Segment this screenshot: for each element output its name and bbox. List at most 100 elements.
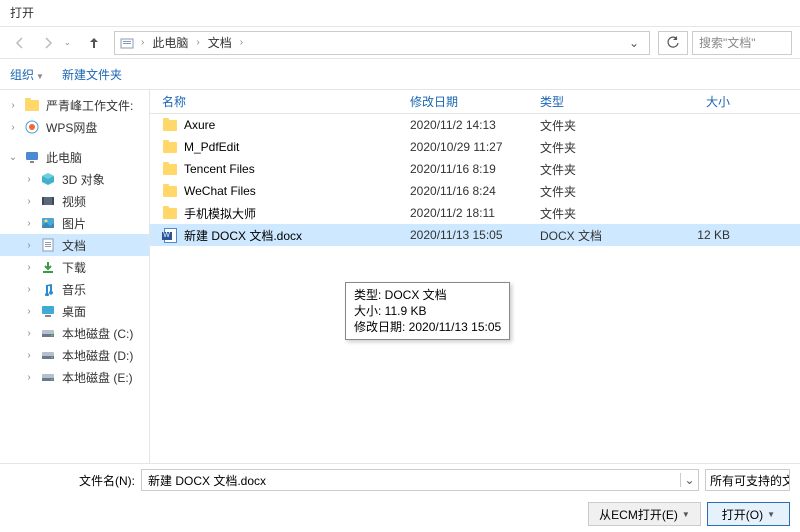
expand-icon[interactable]: › [24,196,34,207]
file-row[interactable]: 手机模拟大师2020/11/2 18:11文件夹 [150,202,800,224]
file-date: 2020/11/16 8:24 [410,184,540,198]
file-type: DOCX 文档 [540,227,650,244]
dl-icon [40,259,56,275]
sidebar-item-label: 文档 [62,237,86,254]
expand-icon[interactable]: › [24,174,34,185]
file-row[interactable]: 新建 DOCX 文档.docx2020/11/13 15:05DOCX 文档12… [150,224,800,246]
sidebar-item[interactable]: › 严青峰工作文件: [0,94,149,116]
nav-up-button[interactable] [82,31,106,55]
col-type[interactable]: 类型 [540,93,650,110]
file-list-pane: 名称 修改日期 类型 大小 Axure 2020/11/2 14:13 文件夹 M_P… [150,90,800,464]
sidebar: › 严青峰工作文件: › WPS网盘 ⌄ 此电脑 › 3D 对象 › 视频 › 图片 › 文档 › 下载 › 音乐… [0,90,150,464]
expand-icon[interactable]: › [24,372,34,383]
sidebar-item-label: 严青峰工作文件: [46,97,133,114]
toolbar: 组织▼ 新建文件夹 [0,58,800,90]
sidebar-item[interactable]: › 3D 对象 [0,168,149,190]
folder-icon [162,205,178,221]
filename-label: 文件名(N): [10,472,135,489]
sidebar-item[interactable]: › WPS网盘 [0,116,149,138]
tooltip-size: 大小: 11.9 KB [354,303,501,319]
folder-icon [162,161,178,177]
nav-forward-button[interactable] [36,31,60,55]
new-folder-button[interactable]: 新建文件夹 [62,66,122,83]
sidebar-item-label: 图片 [62,215,86,232]
organize-menu[interactable]: 组织▼ [10,66,44,83]
col-size[interactable]: 大小 [650,93,750,110]
sidebar-item-label: 此电脑 [46,149,82,166]
file-name: M_PdfEdit [184,140,239,154]
wps-icon [24,119,40,135]
col-date[interactable]: 修改日期 [410,93,540,110]
filename-dropdown[interactable]: ⌄ [680,473,698,487]
sidebar-item[interactable]: ›本地磁盘 (E:) [0,366,149,388]
music-icon [40,281,56,297]
window-title: 打开 [10,6,34,20]
expand-icon[interactable]: ⌄ [8,152,18,163]
file-size: 12 KB [650,228,750,242]
nav-bar: ⌄ › 此电脑 › 文档 › ⌄ 搜索"文档" [0,26,800,58]
nav-back-button[interactable] [8,31,32,55]
search-placeholder: 搜索"文档" [699,34,756,51]
chevron-right-icon[interactable]: › [139,37,146,48]
expand-icon[interactable]: › [24,350,34,361]
sidebar-item-label: 视频 [62,193,86,210]
file-name: 新建 DOCX 文档.docx [184,227,302,244]
folder-icon [24,97,40,113]
expand-icon[interactable]: › [24,240,34,251]
expand-icon[interactable]: › [24,262,34,273]
expand-icon[interactable]: › [24,306,34,317]
column-headers: 名称 修改日期 类型 大小 [150,90,800,114]
tooltip-date: 修改日期: 2020/11/13 15:05 [354,319,501,335]
address-bar[interactable]: › 此电脑 › 文档 › ⌄ [114,31,650,55]
breadcrumb-item[interactable]: 文档 [206,34,234,51]
expand-icon[interactable]: › [8,122,18,133]
col-name[interactable]: 名称 [162,93,410,110]
pc-icon [24,149,40,165]
file-date: 2020/11/16 8:19 [410,162,540,176]
file-date: 2020/10/29 11:27 [410,140,540,154]
file-row[interactable]: Tencent Files2020/11/16 8:19文件夹 [150,158,800,180]
file-row[interactable]: WeChat Files2020/11/16 8:24文件夹 [150,180,800,202]
expand-icon[interactable]: › [24,284,34,295]
sidebar-item-label: 3D 对象 [62,171,105,188]
sidebar-item-label: 下载 [62,259,86,276]
sidebar-item-label: 音乐 [62,281,86,298]
file-name: Axure [184,118,215,132]
file-type: 文件夹 [540,205,650,222]
search-input[interactable]: 搜索"文档" [692,31,792,55]
folder-icon [162,183,178,199]
filename-input[interactable]: ⌄ [141,469,699,491]
expand-icon[interactable]: › [24,328,34,339]
filename-field[interactable] [142,473,680,487]
sidebar-item[interactable]: › 文档 [0,234,149,256]
sidebar-item[interactable]: ⌄ 此电脑 [0,146,149,168]
expand-icon[interactable]: › [8,100,18,111]
sidebar-item[interactable]: ›本地磁盘 (C:) [0,322,149,344]
disk-icon [40,325,56,341]
sidebar-item[interactable]: ›桌面 [0,300,149,322]
sidebar-item[interactable]: › 音乐 [0,278,149,300]
breadcrumb-item[interactable]: 此电脑 [150,34,190,51]
nav-history-dropdown[interactable]: ⌄ [64,38,78,47]
file-date: 2020/11/2 18:11 [410,206,540,220]
expand-icon[interactable]: › [24,218,34,229]
pic-icon [40,215,56,231]
refresh-button[interactable] [658,31,688,55]
window-titlebar: 打开 [0,0,800,26]
ecm-open-button[interactable]: 从ECM打开(E)▼ [588,502,701,526]
file-row[interactable]: Axure2020/11/2 14:13文件夹 [150,114,800,136]
sidebar-item[interactable]: ›本地磁盘 (D:) [0,344,149,366]
open-button[interactable]: 打开(O)▼ [707,502,790,526]
file-date: 2020/11/2 14:13 [410,118,540,132]
sidebar-item-label: WPS网盘 [46,119,97,136]
file-row[interactable]: M_PdfEdit2020/10/29 11:27文件夹 [150,136,800,158]
sidebar-item[interactable]: › 视频 [0,190,149,212]
sidebar-item[interactable]: › 图片 [0,212,149,234]
address-dropdown[interactable]: ⌄ [623,36,645,50]
chevron-right-icon[interactable]: › [238,37,245,48]
disk-icon [40,369,56,385]
video-icon [40,193,56,209]
file-filter-dropdown[interactable]: 所有可支持的文 [705,469,790,491]
chevron-right-icon[interactable]: › [194,37,201,48]
sidebar-item[interactable]: › 下载 [0,256,149,278]
